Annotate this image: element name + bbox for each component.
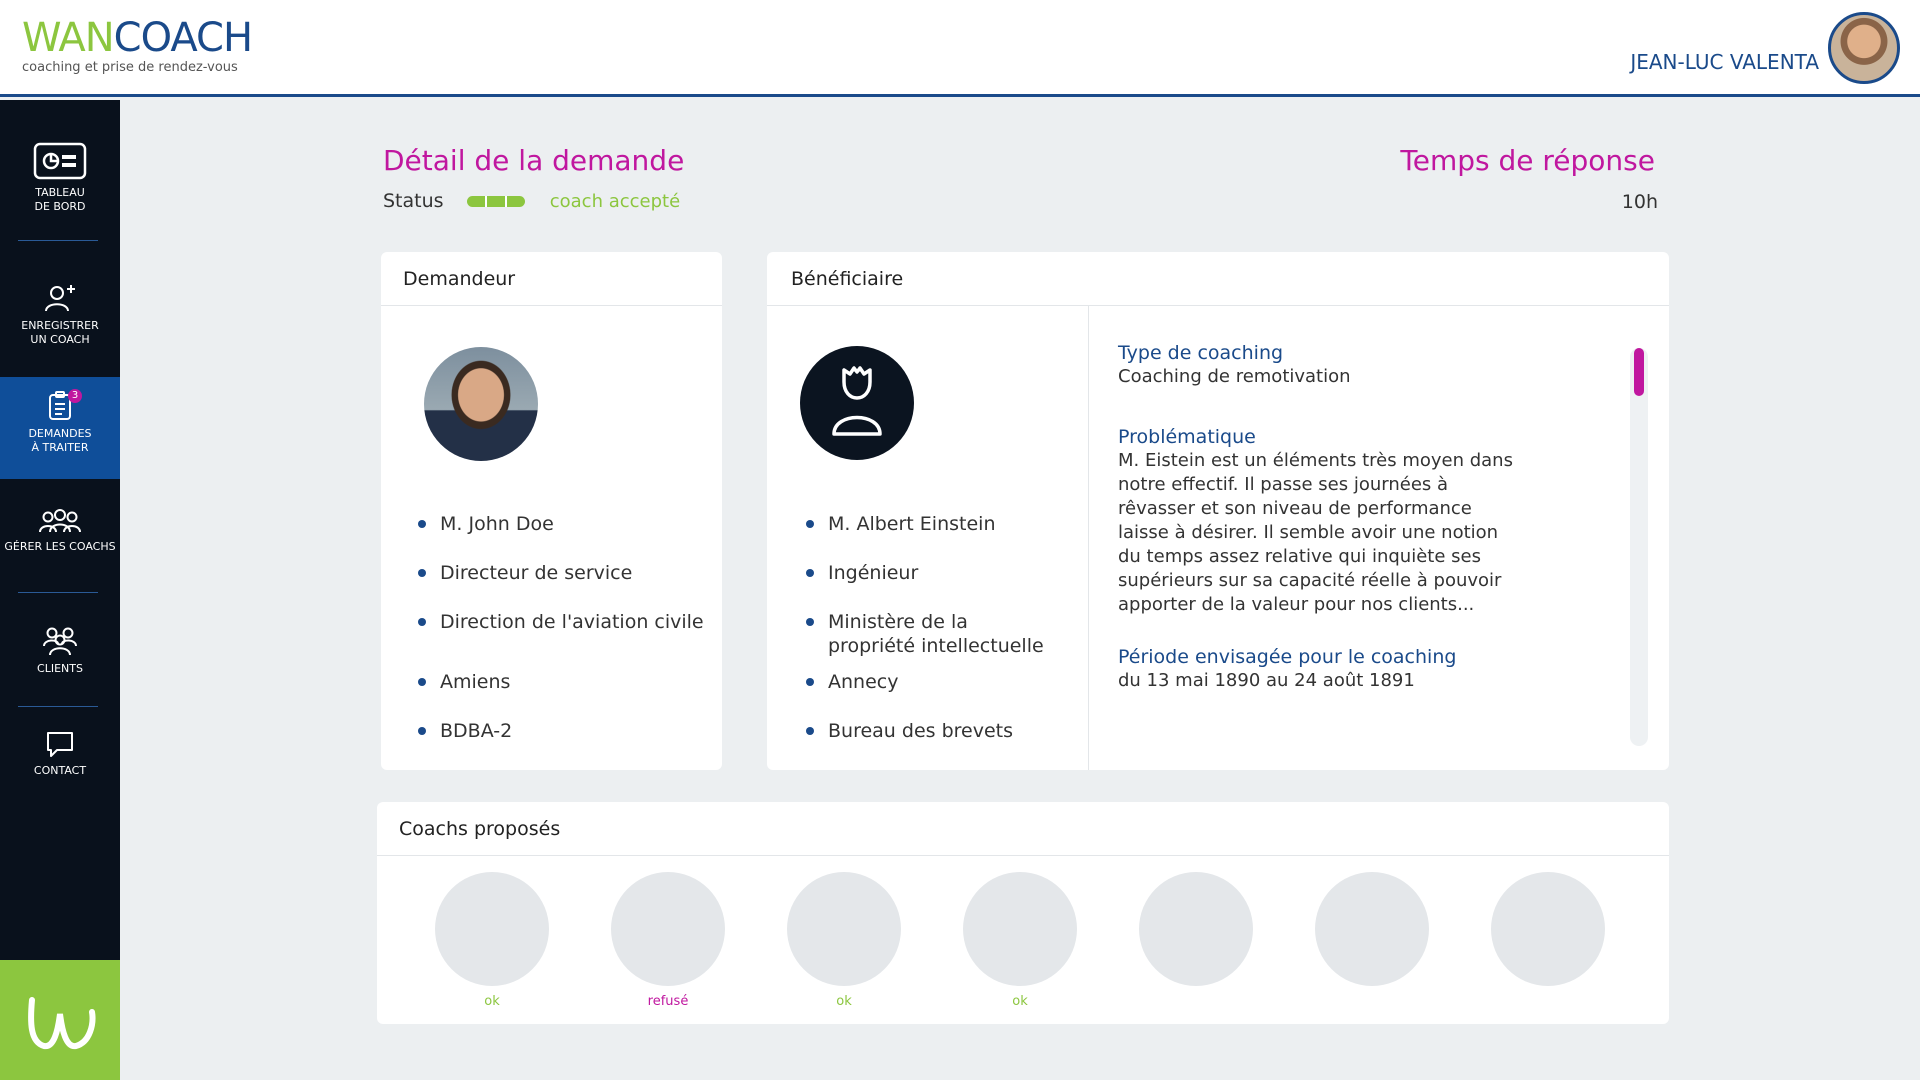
coach-slot-3[interactable]: ok bbox=[787, 872, 901, 1009]
details-scrollbar-thumb[interactable] bbox=[1634, 348, 1644, 396]
user-avatar[interactable] bbox=[1828, 12, 1900, 84]
requester-name: M. John Doe bbox=[418, 512, 554, 536]
issue-description: Problématique M. Eistein est un éléments… bbox=[1118, 425, 1513, 617]
empty-coach-placeholder[interactable] bbox=[1315, 872, 1429, 986]
issue-value: M. Eistein est un éléments très moyen da… bbox=[1118, 450, 1513, 615]
sidebar-label-dashboard-2: DE BORD bbox=[34, 200, 86, 213]
sidebar-label-manage-coaches: GÉRER LES COACHS bbox=[4, 540, 116, 553]
logo-tagline: coaching et prise de rendez-vous bbox=[22, 60, 238, 75]
coach-status: ok bbox=[836, 994, 852, 1009]
brand-tile[interactable] bbox=[0, 960, 120, 1080]
sidebar-item-clients[interactable]: CLIENTS bbox=[0, 624, 120, 676]
manage-coaches-icon bbox=[39, 509, 81, 533]
status-progress-bar bbox=[466, 195, 525, 207]
page-title: Détail de la demande bbox=[383, 144, 685, 177]
chat-icon bbox=[47, 732, 73, 757]
details-scrollbar[interactable] bbox=[1630, 348, 1648, 746]
coaching-type-value: Coaching de remotivation bbox=[1118, 366, 1351, 387]
sidebar-item-manage-coaches[interactable]: GÉRER LES COACHS bbox=[0, 508, 120, 554]
beneficiary-column-divider bbox=[1088, 305, 1089, 770]
sidebar-item-register-coach[interactable]: ENREGISTRER UN COACH bbox=[0, 283, 120, 347]
dashboard-icon bbox=[33, 142, 87, 180]
period-label: Période envisagée pour le coaching bbox=[1118, 646, 1457, 668]
coach-status: ok bbox=[484, 994, 500, 1009]
add-user-icon bbox=[45, 285, 75, 312]
sidebar-item-contact[interactable]: CONTACT bbox=[0, 730, 120, 778]
coach-slot-empty[interactable] bbox=[1139, 872, 1253, 986]
sidebar-label-requests-1: DEMANDES bbox=[28, 427, 92, 440]
beneficiary-name: M. Albert Einstein bbox=[806, 512, 995, 536]
sidebar-label-register-2: UN COACH bbox=[30, 333, 90, 346]
user-silhouette-icon bbox=[832, 366, 882, 436]
beneficiary-organization: Ministère de la propriété intellectuelle bbox=[806, 610, 1046, 658]
coach-avatar[interactable] bbox=[435, 872, 549, 986]
coach-avatar[interactable] bbox=[787, 872, 901, 986]
coaching-type-label: Type de coaching bbox=[1118, 342, 1284, 364]
beneficiary-city: Annecy bbox=[806, 670, 898, 694]
status-label: Status bbox=[383, 190, 444, 212]
coaching-type: Type de coaching Coaching de remotivatio… bbox=[1118, 341, 1518, 389]
beneficiary-department: Bureau des brevets bbox=[806, 719, 1013, 743]
response-time-value: 10h bbox=[1621, 191, 1658, 213]
requester-card-header: Demandeur bbox=[381, 252, 722, 306]
coach-avatar[interactable] bbox=[963, 872, 1077, 986]
requests-count-badge: 3 bbox=[68, 389, 82, 403]
coach-slot-empty[interactable] bbox=[1491, 872, 1605, 986]
coach-slot-2[interactable]: refusé bbox=[611, 872, 725, 1009]
sidebar-divider bbox=[18, 592, 98, 593]
wancoach-w-logo bbox=[28, 997, 96, 1050]
status-value: coach accepté bbox=[549, 190, 681, 212]
coaching-period: Période envisagée pour le coaching du 13… bbox=[1118, 645, 1518, 693]
coach-slot-empty[interactable] bbox=[1315, 872, 1429, 986]
sidebar-label-contact: CONTACT bbox=[33, 764, 87, 777]
clients-icon bbox=[43, 627, 77, 656]
coach-slot-4[interactable]: ok bbox=[963, 872, 1077, 1009]
proposed-coaches-header: Coachs proposés bbox=[377, 802, 1669, 856]
empty-coach-placeholder[interactable] bbox=[1139, 872, 1253, 986]
issue-label: Problématique bbox=[1118, 426, 1256, 448]
response-time-title: Temps de réponse bbox=[1400, 144, 1655, 177]
logo-wordmark: WANCOACH bbox=[22, 15, 253, 61]
sidebar-label-dashboard-1: TABLEAU bbox=[35, 186, 85, 199]
sidebar-item-requests[interactable]: 3 DEMANDES À TRAITER bbox=[0, 377, 120, 479]
sidebar-item-dashboard[interactable]: TABLEAU DE BORD bbox=[0, 142, 120, 214]
requester-city: Amiens bbox=[418, 670, 510, 694]
coach-avatar[interactable] bbox=[611, 872, 725, 986]
sidebar-label-requests-2: À TRAITER bbox=[31, 441, 89, 454]
coach-status: refusé bbox=[647, 994, 689, 1009]
empty-coach-placeholder[interactable] bbox=[1491, 872, 1605, 986]
sidebar-label-register-1: ENREGISTRER bbox=[21, 319, 99, 332]
status-row: Status coach accepté bbox=[383, 190, 680, 216]
sidebar-divider bbox=[18, 706, 98, 707]
app-logo[interactable]: WANCOACH coaching et prise de rendez-vou… bbox=[22, 15, 253, 75]
sidebar-divider bbox=[18, 240, 98, 241]
coach-slot-1[interactable]: ok bbox=[435, 872, 549, 1009]
requester-organization: Direction de l'aviation civile bbox=[418, 610, 704, 634]
sidebar-label-clients: CLIENTS bbox=[37, 662, 83, 675]
top-header: WANCOACH coaching et prise de rendez-vou… bbox=[0, 0, 1920, 97]
beneficiary-position: Ingénieur bbox=[806, 561, 918, 585]
requester-position: Directeur de service bbox=[418, 561, 632, 585]
period-value: du 13 mai 1890 au 24 août 1891 bbox=[1118, 670, 1415, 691]
coach-status: ok bbox=[1012, 994, 1028, 1009]
user-name[interactable]: JEAN-LUC VALENTA bbox=[1630, 50, 1819, 74]
requester-department: BDBA-2 bbox=[418, 719, 512, 743]
beneficiary-avatar bbox=[800, 346, 914, 460]
requester-avatar bbox=[424, 347, 538, 461]
sidebar-nav: TABLEAU DE BORD ENREGISTRER UN COACH 3 D… bbox=[0, 100, 120, 960]
beneficiary-card-header: Bénéficiaire bbox=[767, 252, 1669, 306]
